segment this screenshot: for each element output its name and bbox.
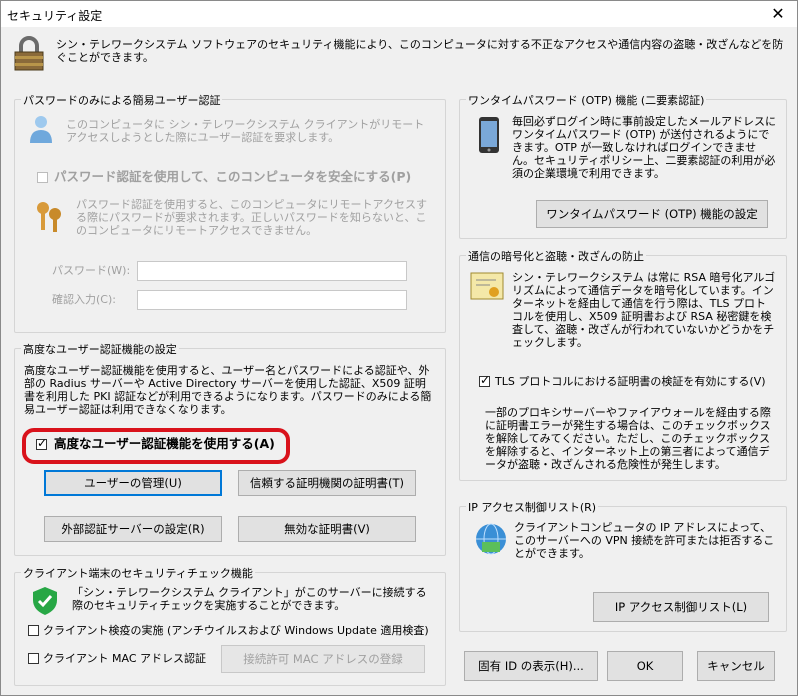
crypto-desc2: 一部のプロキシサーバーやファイアウォールを経由する際に証明書エラーが発生する場合… — [485, 406, 771, 471]
crypto-group-title: 通信の暗号化と盗聴・改ざんの防止 — [466, 248, 646, 264]
user-management-button[interactable]: ユーザーの管理(U) — [44, 470, 222, 496]
cancel-button[interactable]: キャンセル — [697, 651, 775, 681]
close-button[interactable]: ✕ — [767, 3, 789, 25]
password-auth-checkbox[interactable] — [37, 172, 48, 183]
ip-acl-desc: クライアントコンピュータの IP アドレスによって、このサーバーへの VPN 接… — [514, 521, 775, 560]
external-auth-server-button[interactable]: 外部認証サーバーの設定(R) — [44, 516, 222, 542]
password-group-title: パスワードのみによる簡易ユーザー認証 — [21, 92, 223, 108]
advanced-desc: 高度なユーザー認証機能を使用すると、ユーザー名とパスワードによる認証や、外部の … — [24, 364, 432, 416]
tls-verify-checkbox[interactable]: ✓ — [479, 374, 490, 387]
mac-auth-label: クライアント MAC アドレス認証 — [43, 652, 207, 665]
password-desc: このコンピュータに シン・テレワークシステム クライアントがリモートアクセスしよ… — [66, 118, 425, 144]
mac-auth-checkbox[interactable] — [28, 653, 39, 664]
confirm-input[interactable] — [137, 290, 407, 310]
client-check-desc: 「シン・テレワークシステム クライアント」がこのサーバーに接続する際のセキュリテ… — [72, 586, 427, 612]
advanced-auth-label: 高度なユーザー認証機能を使用する(A) — [54, 436, 275, 451]
quarantine-label: クライアント検疫の実施 (アンチウイルスおよび Windows Update 適… — [43, 624, 429, 637]
shield-icon — [32, 586, 58, 616]
otp-desc: 毎回必ずログイン時に事前設定したメールアドレスにワンタイムパスワード (OTP)… — [512, 115, 776, 180]
password-label: パスワード(W): — [52, 264, 131, 277]
ip-acl-group-title: IP アクセス制御リスト(R) — [466, 499, 599, 515]
smartphone-icon — [478, 116, 500, 154]
user-icon — [28, 114, 54, 144]
lock-icon — [12, 36, 46, 72]
network-globe-icon — [474, 522, 508, 556]
quarantine-checkbox[interactable] — [28, 625, 39, 636]
otp-settings-button[interactable]: ワンタイムパスワード (OTP) 機能の設定 — [536, 200, 768, 228]
invalid-cert-button[interactable]: 無効な証明書(V) — [238, 516, 416, 542]
mac-register-button[interactable]: 接続許可 MAC アドレスの登録 — [221, 645, 425, 673]
certificate-icon — [470, 272, 504, 302]
confirm-label: 確認入力(C): — [52, 293, 116, 306]
client-check-group-title: クライアント端末のセキュリティチェック機能 — [21, 565, 255, 581]
trusted-ca-button[interactable]: 信頼する証明機関の証明書(T) — [238, 470, 416, 496]
title-bar: セキュリティ設定 ✕ — [1, 1, 797, 27]
advanced-auth-checkbox[interactable]: ✓ — [36, 437, 47, 450]
keys-icon — [34, 200, 64, 234]
tls-verify-label: TLS プロトコルにおける証明書の検証を有効にする(V) — [495, 375, 766, 388]
ok-button[interactable]: OK — [607, 651, 683, 681]
ip-acl-button[interactable]: IP アクセス制御リスト(L) — [593, 592, 769, 622]
password-input[interactable] — [137, 261, 407, 281]
header-text: シン・テレワークシステム ソフトウェアのセキュリティ機能により、このコンピュータ… — [56, 38, 784, 64]
password-desc2: パスワード認証を使用すると、このコンピュータにリモートアクセスする際にパスワード… — [76, 198, 428, 237]
show-id-button[interactable]: 固有 ID の表示(H)... — [464, 651, 598, 681]
crypto-desc: シン・テレワークシステム は常に RSA 暗号化アルゴリズムによって通信データを… — [512, 271, 776, 349]
password-auth-label: パスワード認証を使用して、このコンピュータを安全にする(P) — [54, 169, 412, 184]
window-title: セキュリティ設定 — [7, 9, 103, 23]
advanced-group-title: 高度なユーザー認証機能の設定 — [21, 341, 179, 357]
otp-group-title: ワンタイムパスワード (OTP) 機能 (二要素認証) — [466, 92, 707, 108]
